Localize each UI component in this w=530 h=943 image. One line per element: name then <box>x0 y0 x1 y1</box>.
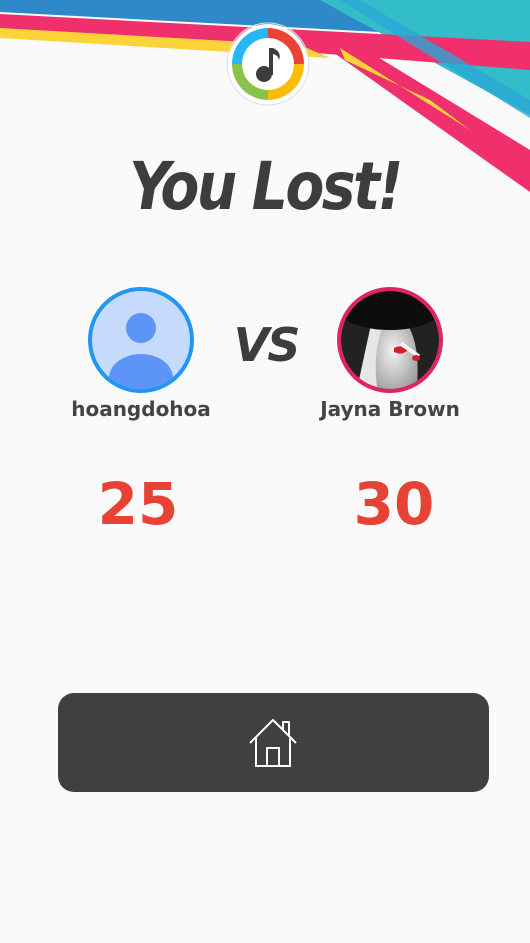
app-logo <box>226 22 310 106</box>
player-1-avatar <box>88 287 194 393</box>
player-1-score: 25 <box>97 470 179 538</box>
vs-label: VS <box>233 318 301 372</box>
player-2-name: Jayna Brown <box>320 397 460 421</box>
game-result-screen: You Lost! VS hoangdohoa Jayna Brown 25 3… <box>0 0 530 943</box>
player-1-name: hoangdohoa <box>71 397 211 421</box>
home-icon[interactable] <box>247 716 299 768</box>
player-2-score: 30 <box>353 470 435 538</box>
player-2-avatar <box>337 287 443 393</box>
result-title: You Lost! <box>129 148 403 225</box>
